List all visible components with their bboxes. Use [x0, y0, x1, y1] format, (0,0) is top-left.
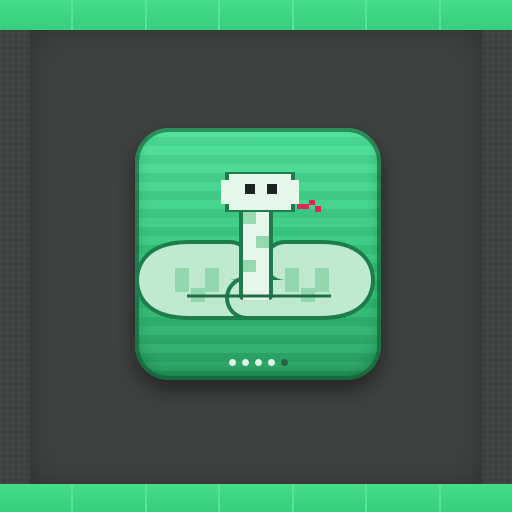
- border-segment: [73, 0, 147, 30]
- page-indicator: [135, 359, 381, 366]
- page-dot: [254, 359, 262, 366]
- page-dot: [267, 359, 275, 366]
- border-segment: [146, 484, 221, 512]
- snake-tongue: [297, 200, 321, 212]
- border-segment: [0, 484, 74, 512]
- snake-body: [135, 200, 376, 320]
- border-segment: [293, 0, 368, 30]
- page-dot: [241, 359, 249, 366]
- border-segment: [367, 0, 441, 30]
- snake-eye-left: [245, 184, 255, 194]
- border-segment: [0, 0, 74, 30]
- border-segment: [367, 484, 441, 512]
- snake-app-icon[interactable]: [135, 128, 381, 380]
- snake-icon: [135, 172, 376, 320]
- border-segment: [293, 484, 368, 512]
- border-segment: [220, 0, 294, 30]
- border-segment: [73, 484, 147, 512]
- border-segment: [220, 484, 294, 512]
- snake-eye-right: [267, 184, 277, 194]
- page-dot: [228, 359, 236, 366]
- border-segment: [440, 0, 512, 30]
- snake-head: [221, 172, 299, 212]
- top-border-bar: [0, 0, 512, 30]
- bottom-border-bar: [0, 484, 512, 512]
- page-dot: [280, 359, 288, 366]
- border-segment: [146, 0, 221, 30]
- border-segment: [440, 484, 512, 512]
